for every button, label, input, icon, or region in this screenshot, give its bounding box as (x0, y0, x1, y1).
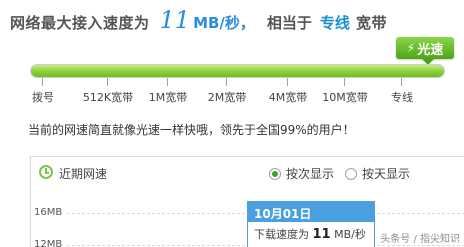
scale-label: 10M宽带 (322, 91, 368, 104)
line-type: 专线 (319, 14, 350, 32)
panel-header: 近期网速 按次显示 按天显示 (31, 157, 464, 187)
radio-label: 按次显示 (286, 167, 335, 181)
tick (226, 78, 227, 86)
headline-prefix: 网络最大接入速度为 (10, 14, 150, 32)
lightning-icon: ⚡ (406, 41, 416, 55)
speed-meter (30, 64, 445, 78)
speed-unit: MB/秒， (193, 14, 255, 32)
scale-label: 512K宽带 (82, 91, 134, 104)
tick (42, 78, 43, 86)
radio-selected-icon (269, 167, 281, 180)
speed-meter-fill (31, 65, 444, 77)
watermark: 头条号 / 指尖知识 (380, 234, 460, 245)
tooltip-label: 下载速度为 (254, 228, 309, 241)
scale-label: 专线 (391, 91, 413, 104)
scale-label: 1M宽带 (148, 91, 188, 104)
y-axis-label: 12MB (34, 239, 63, 247)
tick (344, 78, 345, 86)
badge-text: 光速 (417, 42, 444, 58)
tooltip-row: 下载速度为 11 MB/秒 (248, 222, 374, 246)
y-axis-label: 16MB (34, 207, 63, 218)
tick (107, 78, 108, 86)
speed-badge: ⚡ 光速 (396, 37, 454, 65)
speed-scale-labels: 拨号 512K宽带 1M宽带 2M宽带 4M宽带 10M宽带 专线 (0, 89, 464, 105)
scale-label: 拨号 (32, 91, 54, 104)
speed-headline: 网络最大接入速度为 11 MB/秒， 相当于 专线 宽带 (10, 6, 387, 34)
speed-value: 11 (159, 6, 191, 34)
tooltip-unit: MB/秒 (334, 228, 366, 241)
tick (287, 78, 288, 86)
line-suffix: 宽带 (355, 14, 387, 32)
tooltip-value: 11 (312, 227, 331, 242)
radio-label: 按天显示 (362, 167, 411, 181)
equivalent-label: 相当于 (266, 14, 312, 32)
radio-unselected-icon (345, 167, 357, 180)
speed-tooltip: 10月01日 下载速度为 11 MB/秒 (247, 201, 375, 247)
show-by-count-radio[interactable]: 按次显示 (269, 165, 334, 182)
tooltip-date: 10月01日 (248, 202, 374, 222)
tick (167, 78, 168, 86)
show-by-day-radio[interactable]: 按天显示 (345, 165, 410, 182)
panel-title: 近期网速 (59, 167, 108, 181)
speed-description: 当前的网速简直就像光速一样快哦，领先于全国99%的用户！ (28, 123, 355, 137)
clock-icon (39, 165, 53, 179)
tick (401, 78, 402, 86)
scale-label: 4M宽带 (268, 91, 308, 104)
speed-meter-ticks (30, 78, 445, 88)
scale-label: 2M宽带 (207, 91, 247, 104)
